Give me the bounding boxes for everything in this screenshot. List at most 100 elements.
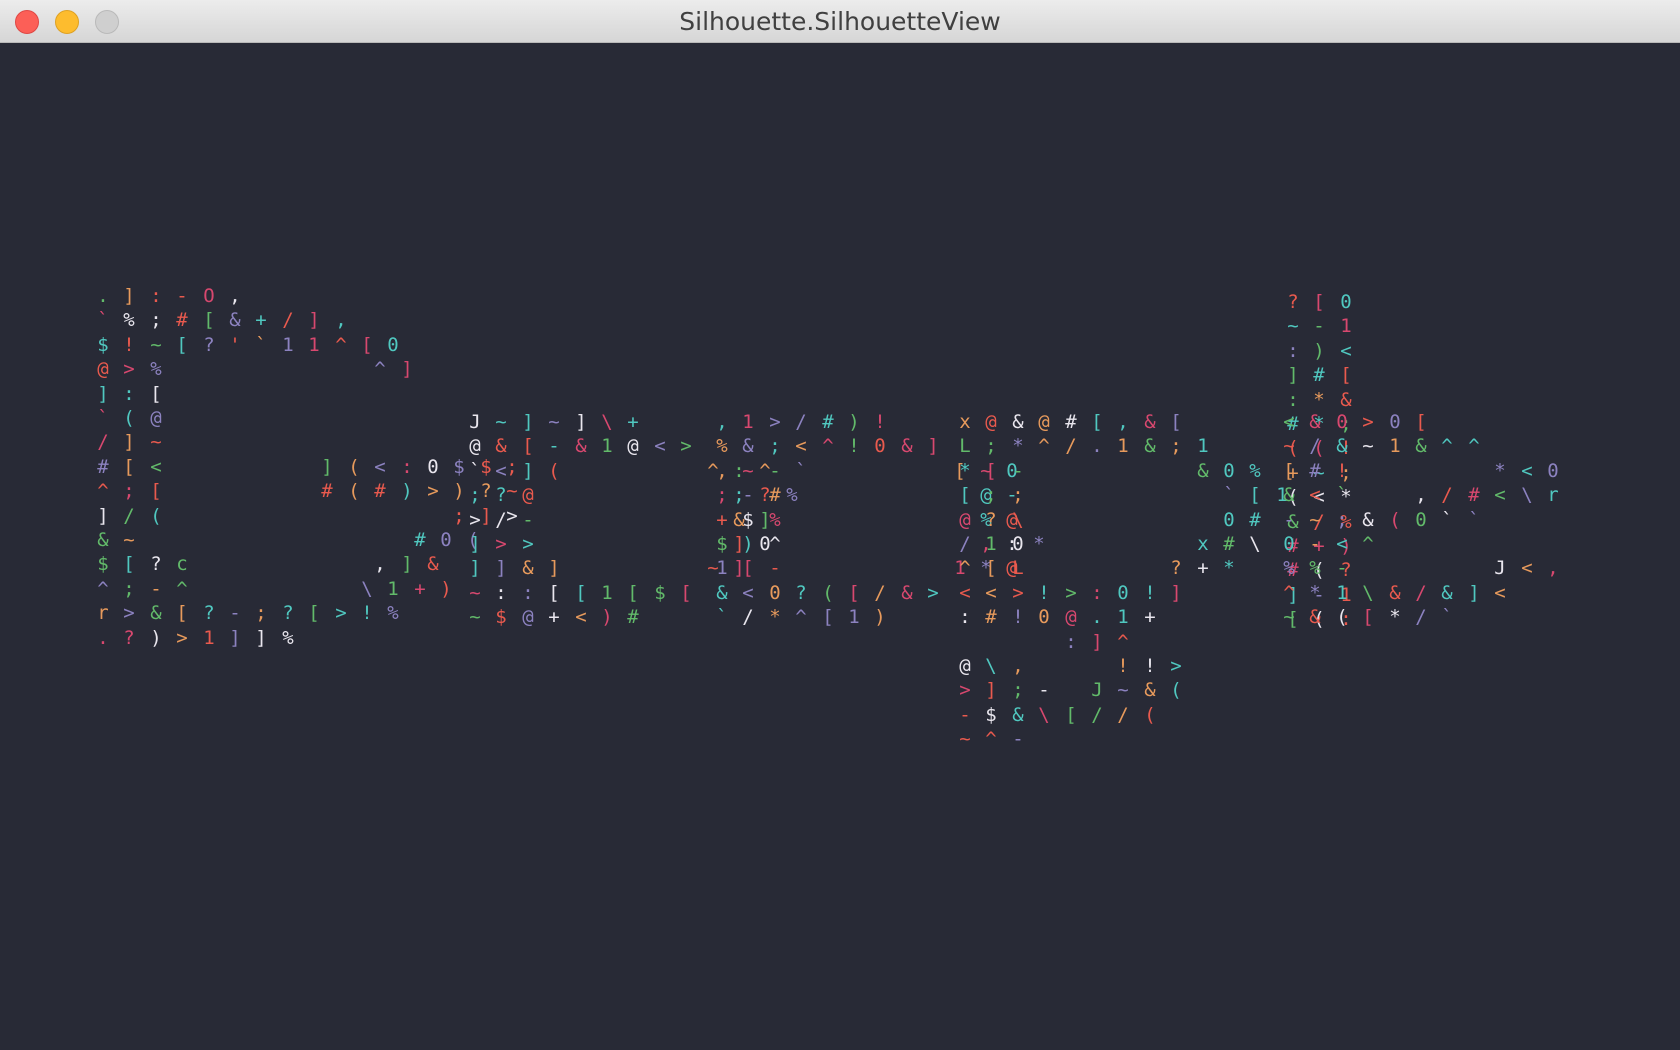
ascii-glyph: / bbox=[1415, 606, 1427, 628]
ascii-glyph: & bbox=[1336, 435, 1348, 457]
ascii-glyph: ^ bbox=[959, 557, 971, 579]
ascii-glyph: * bbox=[769, 606, 781, 628]
ascii-glyph: ; bbox=[123, 480, 135, 502]
ascii-glyph: ; bbox=[985, 484, 997, 506]
ascii-glyph: ( bbox=[348, 480, 360, 502]
ascii-glyph: ^ bbox=[335, 334, 347, 356]
ascii-glyph: 0 bbox=[1038, 606, 1050, 628]
ascii-glyph: < bbox=[575, 606, 587, 628]
ascii-glyph: , bbox=[716, 460, 728, 482]
ascii-glyph: ! bbox=[1144, 655, 1156, 677]
ascii-glyph: ? bbox=[985, 509, 997, 531]
ascii-glyph: 0 bbox=[1336, 411, 1348, 433]
ascii-glyph: x bbox=[1197, 533, 1209, 555]
ascii-glyph: \ bbox=[1038, 704, 1050, 726]
ascii-glyph: % bbox=[282, 627, 294, 649]
ascii-glyph: ^ bbox=[769, 533, 781, 555]
ascii-glyph: ) bbox=[848, 411, 860, 433]
ascii-glyph: - bbox=[769, 557, 781, 579]
ascii-glyph: J bbox=[469, 411, 481, 433]
ascii-glyph: ; bbox=[769, 435, 781, 457]
ascii-glyph: [ bbox=[959, 484, 971, 506]
ascii-glyph: > bbox=[427, 480, 439, 502]
ascii-glyph: @ bbox=[150, 407, 162, 429]
ascii-glyph: > bbox=[335, 602, 347, 624]
ascii-glyph: [ bbox=[1415, 411, 1427, 433]
ascii-glyph: ] bbox=[401, 553, 413, 575]
ascii-glyph: ; bbox=[1170, 435, 1182, 457]
ascii-glyph: [ bbox=[680, 582, 692, 604]
ascii-glyph: - bbox=[1309, 533, 1321, 555]
ascii-glyph: ) bbox=[150, 627, 162, 649]
ascii-glyph: 0 bbox=[1389, 411, 1401, 433]
ascii-glyph: ( bbox=[1336, 606, 1348, 628]
ascii-glyph: # bbox=[627, 606, 639, 628]
ascii-glyph: & bbox=[1144, 679, 1156, 701]
ascii-glyph: ! bbox=[123, 334, 135, 356]
ascii-glyph: < bbox=[1494, 582, 1506, 604]
ascii-glyph: ( bbox=[1389, 509, 1401, 531]
ascii-glyph: > bbox=[1012, 582, 1024, 604]
ascii-glyph: . bbox=[97, 627, 109, 649]
ascii-glyph: $ bbox=[985, 704, 997, 726]
ascii-glyph: & bbox=[901, 435, 913, 457]
ascii-glyph: [ bbox=[1249, 484, 1261, 506]
ascii-glyph: > bbox=[176, 627, 188, 649]
ascii-glyph: [ bbox=[176, 602, 188, 624]
ascii-glyph: . bbox=[97, 285, 109, 307]
ascii-glyph: c bbox=[176, 553, 188, 575]
ascii-glyph: ^ bbox=[1468, 435, 1480, 457]
ascii-glyph: < bbox=[1521, 557, 1533, 579]
ascii-glyph: - bbox=[742, 484, 754, 506]
ascii-glyph: - bbox=[1012, 728, 1024, 750]
ascii-glyph: [ bbox=[1283, 460, 1295, 482]
ascii-glyph: \ bbox=[1249, 533, 1261, 555]
ascii-glyph: ~ bbox=[150, 334, 162, 356]
ascii-glyph: x bbox=[959, 411, 971, 433]
ascii-glyph: & bbox=[1309, 411, 1321, 433]
ascii-glyph: < bbox=[495, 460, 507, 482]
ascii-glyph: ? bbox=[203, 334, 215, 356]
ascii-glyph: @ bbox=[469, 435, 481, 457]
ascii-glyph: ] bbox=[1170, 582, 1182, 604]
ascii-glyph: * bbox=[959, 460, 971, 482]
ascii-glyph: ! bbox=[1144, 582, 1156, 604]
ascii-glyph: ] bbox=[495, 557, 507, 579]
ascii-glyph: & bbox=[1309, 606, 1321, 628]
ascii-glyph: ^ bbox=[97, 578, 109, 600]
ascii-glyph: ^ bbox=[97, 480, 109, 502]
silhouette-view: .]: - O, `%; #[& + /], $! ~[? ' ` 1 1 ^[0 @ >% ^]]:[`(@ /… bbox=[0, 43, 1680, 1050]
ascii-glyph: 1 bbox=[1117, 606, 1129, 628]
ascii-glyph: ? bbox=[203, 602, 215, 624]
ascii-glyph: ] bbox=[97, 505, 109, 527]
ascii-glyph: > bbox=[769, 411, 781, 433]
ascii-glyph: [ bbox=[1362, 606, 1374, 628]
ascii-glyph: 1 bbox=[282, 334, 294, 356]
ascii-glyph: : bbox=[959, 606, 971, 628]
title-bar[interactable]: Silhouette.SilhouetteView bbox=[0, 0, 1680, 43]
ascii-glyph: \ bbox=[601, 411, 613, 433]
ascii-glyph: # bbox=[769, 484, 781, 506]
ascii-glyph: < bbox=[795, 435, 807, 457]
ascii-glyph: ` bbox=[1441, 509, 1453, 531]
ascii-glyph: % bbox=[769, 509, 781, 531]
ascii-glyph: ? bbox=[150, 553, 162, 575]
ascii-glyph: ! bbox=[874, 411, 886, 433]
ascii-glyph: [ bbox=[985, 557, 997, 579]
ascii-glyph: ] bbox=[229, 627, 241, 649]
ascii-glyph: 1 bbox=[1197, 435, 1209, 457]
ascii-glyph: ] bbox=[321, 456, 333, 478]
ascii-glyph: & bbox=[1144, 411, 1156, 433]
ascii-glyph: > bbox=[123, 602, 135, 624]
ascii-glyph: % bbox=[387, 602, 399, 624]
ascii-glyph: [ bbox=[1170, 411, 1182, 433]
ascii-glyph: [ bbox=[308, 602, 320, 624]
ascii-glyph: + bbox=[548, 606, 560, 628]
ascii-glyph: ] bbox=[308, 309, 320, 331]
ascii-glyph: ( bbox=[1170, 679, 1182, 701]
ascii-glyph: [ bbox=[1065, 704, 1077, 726]
ascii-glyph: & bbox=[901, 582, 913, 604]
ascii-glyph: 0 bbox=[1117, 582, 1129, 604]
ascii-glyph: : bbox=[1091, 582, 1103, 604]
ascii-glyph: # bbox=[1249, 509, 1261, 531]
